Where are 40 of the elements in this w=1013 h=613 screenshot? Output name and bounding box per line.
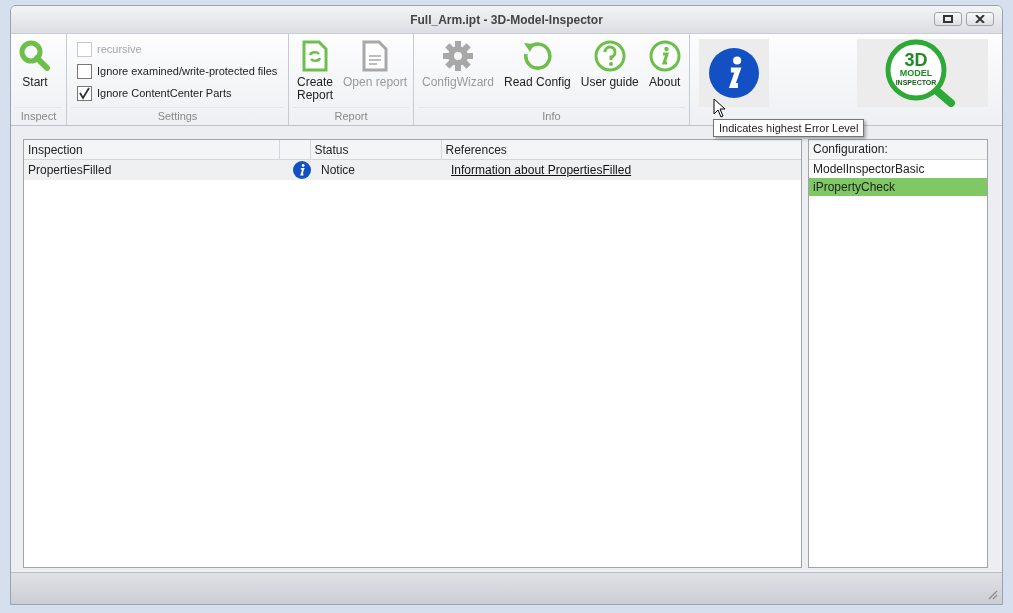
close-icon — [975, 15, 985, 23]
group-label: Settings — [71, 107, 284, 125]
close-button[interactable] — [966, 12, 994, 26]
ribbon-button[interactable]: Create Report — [293, 38, 338, 107]
window-title: Full_Arm.ipt - 3D-Model-Inspector — [410, 12, 603, 27]
help-icon — [593, 40, 626, 72]
maximize-icon — [943, 15, 953, 23]
configuration-item[interactable]: iPropertyCheck — [809, 178, 987, 196]
column-header[interactable]: Inspection — [24, 140, 279, 160]
gear-icon — [442, 40, 474, 72]
table-row[interactable]: PropertiesFilled Notice Information about PropertiesFilled — [24, 160, 801, 180]
group-label: Report — [293, 107, 409, 125]
checkbox-label: Ignore ContentCenter Parts — [97, 87, 232, 99]
group-label: Info — [418, 107, 685, 125]
group-label: Inspect — [15, 107, 62, 125]
tooltip: Indicates highest Error Level — [713, 119, 865, 137]
checkbox-label: Ignore examined/write-protected files — [97, 65, 278, 77]
mouse-pointer-icon — [713, 98, 726, 118]
column-header[interactable]: References — [441, 140, 801, 160]
reference-link[interactable]: Information about PropertiesFilled — [451, 163, 632, 177]
checkbox[interactable] — [77, 85, 92, 101]
maximize-button[interactable] — [934, 12, 962, 26]
ribbon-button[interactable]: Read Config — [500, 38, 575, 107]
report-icon — [302, 40, 328, 72]
ribbon-button[interactable]: Start — [15, 38, 55, 107]
resize-grip-icon — [986, 588, 998, 600]
ribbon-button[interactable]: User guide — [576, 38, 643, 107]
checkbox-label: recursive — [97, 43, 142, 55]
configuration-item[interactable]: ModelInspectorBasic — [809, 160, 987, 178]
column-header[interactable]: Status — [310, 140, 441, 160]
table-cell-text: Notice — [320, 163, 356, 177]
search-icon — [19, 40, 51, 72]
list-header: Configuration: — [809, 140, 987, 160]
info-icon — [648, 40, 681, 72]
ribbon-button[interactable]: About — [644, 38, 685, 107]
document-icon — [362, 40, 389, 72]
info-icon — [709, 48, 759, 98]
table-cell-text: PropertiesFilled — [27, 163, 113, 177]
refresh-icon — [521, 40, 554, 72]
checkbox[interactable] — [77, 63, 92, 79]
